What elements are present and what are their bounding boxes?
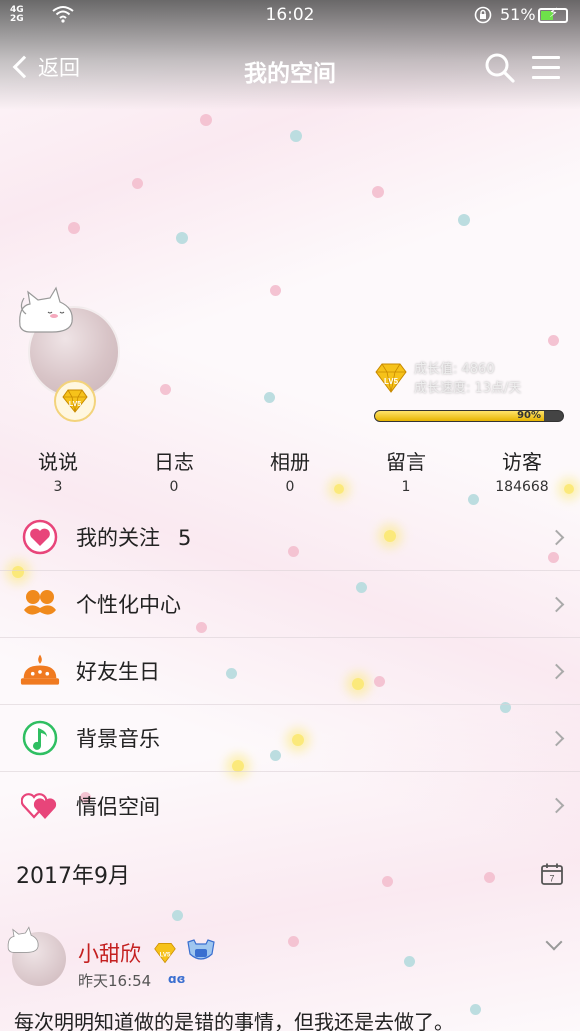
stat-count: 0 <box>285 479 295 495</box>
post-time: 昨天16:54 <box>78 972 152 990</box>
back-button[interactable]: 返回 <box>10 52 80 82</box>
growth-panel[interactable]: LV5 成长值: 4860 成长速度: 13点/天 90% <box>374 358 570 428</box>
menu-item-label: 好友生日 <box>76 660 160 684</box>
feed-post[interactable]: 小甜欣 LV5 昨天16:54 ɑɞ 每次明明知道做的是错的事情，但我还是去做了… <box>0 918 580 1031</box>
menu-item-follow[interactable]: 我的关注 5 <box>0 504 580 571</box>
menu-item-label: 背景音乐 <box>76 727 160 751</box>
growth-gem-icon: LV5 <box>375 363 407 393</box>
level-text: LV5 <box>69 401 81 408</box>
stat-label: 相册 <box>270 450 310 474</box>
rotation-lock-icon <box>474 6 492 24</box>
stat-item[interactable]: 说说 3 <box>0 446 116 500</box>
mustache-icon <box>20 584 60 624</box>
post-content: 每次明明知道做的是错的事情，但我还是去做了。 <box>14 1010 454 1031</box>
music-note-icon <box>20 718 60 758</box>
stat-item[interactable]: 相册 0 <box>232 446 348 500</box>
profile-avatar-area: LV5 <box>16 286 126 422</box>
back-label: 返回 <box>38 56 80 80</box>
menu-list: 我的关注 5 个性化中心 好友生日 背景音乐 情侣空间 <box>0 504 580 839</box>
growth-value: 成长值: 4860 <box>414 362 495 377</box>
chevron-left-icon <box>12 55 36 79</box>
svg-text:LV5: LV5 <box>384 377 399 386</box>
feed-date: 2017年9月 <box>16 864 130 889</box>
vip-shield-icon <box>187 939 215 960</box>
menu-item-label: 我的关注 <box>76 526 160 550</box>
chevron-right-icon <box>548 730 565 746</box>
battery-icon: ⚡ <box>538 6 568 23</box>
stat-item[interactable]: 访客 184668 <box>464 446 580 500</box>
svg-text:LV5: LV5 <box>160 951 171 958</box>
level-badge[interactable]: LV5 <box>54 380 96 422</box>
couple-hearts-icon <box>20 786 60 826</box>
feed-date-header: 2017年9月 7 <box>0 840 580 904</box>
menu-item-bg-music[interactable]: 背景音乐 <box>0 705 580 772</box>
post-source-icon: ɑɞ <box>168 972 186 986</box>
stats-row: 说说 3 日志 0 相册 0 留言 1 访客 184668 <box>0 446 580 500</box>
cat-decoration-icon <box>19 286 73 333</box>
chevron-right-icon <box>548 596 565 612</box>
menu-icon[interactable] <box>532 56 560 82</box>
stat-count: 1 <box>401 479 411 495</box>
chevron-down-icon[interactable] <box>545 933 563 951</box>
menu-item-label: 个性化中心 <box>76 593 181 617</box>
search-icon[interactable] <box>484 52 516 84</box>
growth-progress-label: 90% <box>517 410 541 421</box>
stat-label: 日志 <box>154 450 194 474</box>
battery-percent: 51% <box>500 5 536 24</box>
heart-icon <box>20 517 60 557</box>
nav-bar: 返回 我的空间 <box>0 40 580 96</box>
calendar-icon[interactable]: 7 <box>540 862 564 886</box>
menu-item-birthday[interactable]: 好友生日 <box>0 638 580 705</box>
stat-item[interactable]: 留言 1 <box>348 446 464 500</box>
growth-text: 成长值: 4860 成长速度: 13点/天 <box>414 360 521 398</box>
status-bar: 4G 2G 16:02 51% ⚡ <box>0 0 580 32</box>
stat-label: 留言 <box>386 450 426 474</box>
stat-count: 0 <box>169 479 179 495</box>
stat-label: 访客 <box>502 450 542 474</box>
stat-label: 说说 <box>38 450 78 474</box>
chevron-right-icon <box>548 529 565 545</box>
stat-count: 3 <box>53 479 63 495</box>
menu-item-couple-space[interactable]: 情侣空间 <box>0 772 580 839</box>
growth-speed: 成长速度: 13点/天 <box>414 381 522 396</box>
stat-count: 184668 <box>495 479 549 495</box>
level-gem-icon: LV5 <box>154 943 176 964</box>
menu-item-label: 情侣空间 <box>76 794 160 819</box>
svg-text:7: 7 <box>549 874 554 884</box>
follow-count: 5 <box>178 526 192 550</box>
growth-progress-bar: 90% <box>374 410 564 422</box>
chevron-right-icon <box>548 663 565 679</box>
stat-item[interactable]: 日志 0 <box>116 446 232 500</box>
post-author-name[interactable]: 小甜欣 <box>78 938 141 968</box>
menu-item-personalization[interactable]: 个性化中心 <box>0 571 580 638</box>
chevron-right-icon <box>548 797 565 814</box>
clock: 16:02 <box>265 5 315 25</box>
birthday-cake-icon <box>20 651 60 691</box>
cat-decoration-icon <box>7 926 39 953</box>
level-gem-icon: LV5 <box>62 389 88 413</box>
